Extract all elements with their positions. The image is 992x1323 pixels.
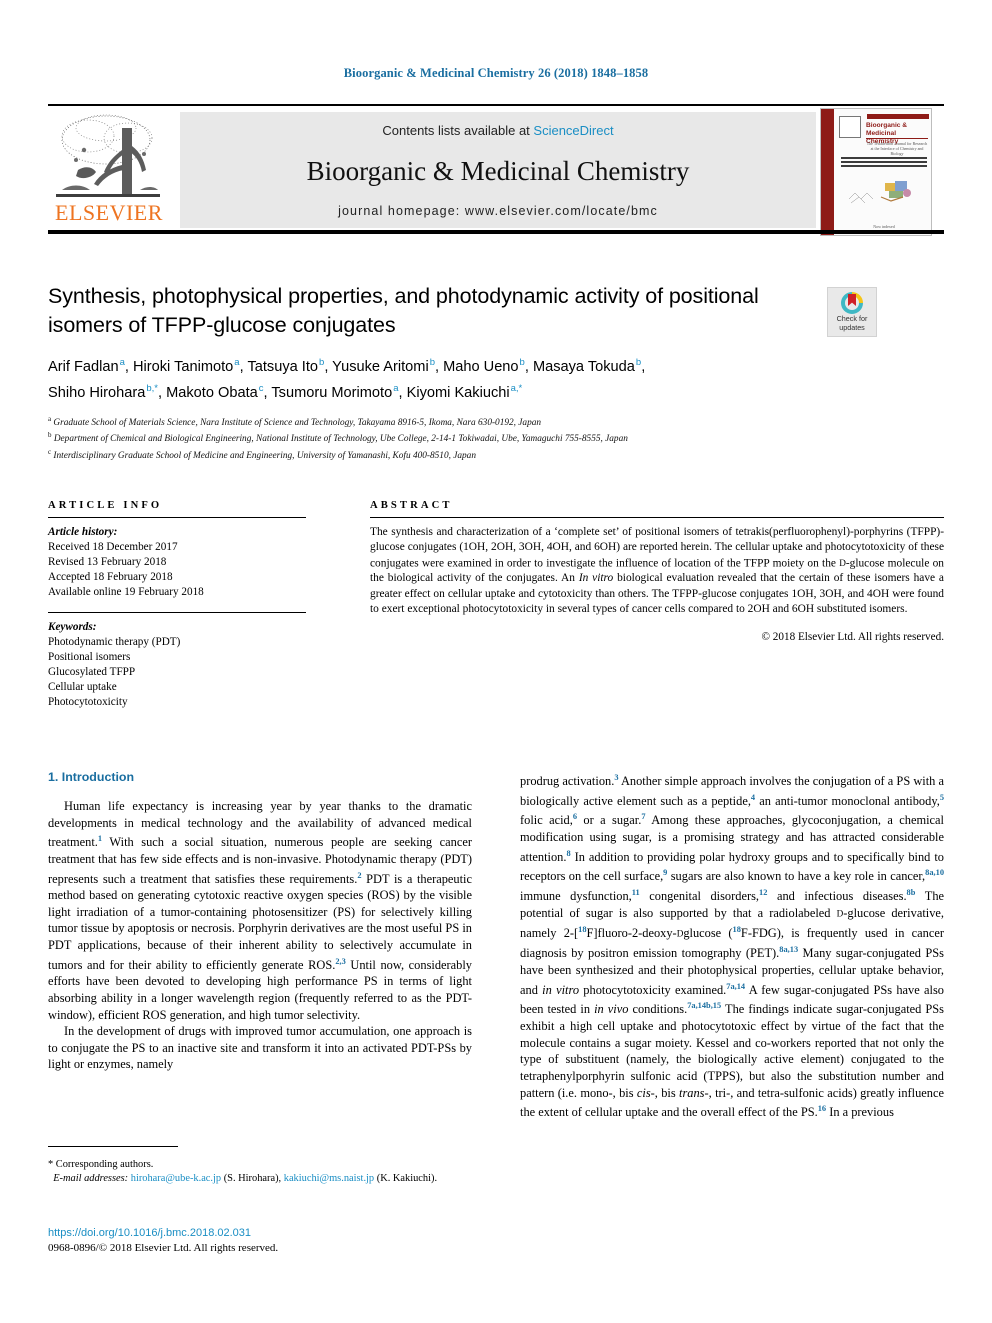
section-heading-introduction: 1. Introduction [48, 770, 135, 784]
intro-paragraph-2: In the development of drugs with improve… [48, 1024, 472, 1072]
keyword-item: Glucosylated TFPP [48, 666, 136, 678]
journal-title: Bioorganic & Medicinal Chemistry [306, 156, 690, 186]
affiliation-b: b Department of Chemical and Biological … [48, 431, 628, 445]
journal-homepage-link[interactable]: journal homepage: www.elsevier.com/locat… [180, 204, 816, 218]
keyword-item: Positional isomers [48, 651, 131, 663]
corresponding-author-note: * Corresponding authors. [48, 1159, 154, 1170]
article-history-label: Article history: [48, 526, 118, 538]
cover-rule [866, 138, 928, 139]
page-title: Synthesis, photophysical properties, and… [48, 284, 759, 337]
email-link-hirohara[interactable]: hirohara@ube-k.ac.jp [131, 1173, 221, 1184]
journal-cover-thumbnail: Bioorganic & Medicinal Chemistry The Tet… [820, 108, 932, 236]
abstract-column: ABSTRACT The synthesis and characterizat… [370, 500, 944, 643]
footnote-rule [48, 1146, 178, 1147]
sciencedirect-link[interactable]: ScienceDirect [533, 123, 613, 138]
abstract-heading: ABSTRACT [370, 500, 453, 511]
journal-article-page: Bioorganic & Medicinal Chemistry 26 (201… [0, 0, 992, 1323]
title-block: Synthesis, photophysical properties, and… [48, 282, 808, 462]
history-received: Received 18 December 2017 [48, 541, 178, 553]
issn-copyright-line: 0968-0896/© 2018 Elsevier Ltd. All right… [48, 1242, 279, 1254]
cover-top-bar [867, 114, 929, 119]
article-info-heading: ARTICLE INFO [48, 500, 163, 511]
cover-logo-box [839, 116, 861, 138]
intro-paragraph-3: prodrug activation.3 Another simple appr… [520, 773, 945, 1120]
author-line-1: Arif Fadlana, Hiroki Tanimotoa, Tatsuya … [48, 357, 646, 375]
elsevier-wordmark: ELSEVIER [55, 200, 163, 225]
keywords-label: Keywords: [48, 621, 97, 633]
keyword-item: Photodynamic therapy (PDT) [48, 636, 181, 648]
running-head: Bioorganic & Medicinal Chemistry 26 (201… [343, 66, 649, 80]
intro-paragraph-1: Human life expectancy is increasing year… [48, 799, 472, 1022]
footnote-block: * Corresponding authors. E-mail addresse… [48, 1158, 472, 1186]
article-info-rule [48, 517, 306, 518]
keywords-rule [48, 612, 306, 613]
history-available-online: Available online 19 February 2018 [48, 586, 204, 598]
author-line-2: Shiho Hiroharab,*, Makoto Obatac, Tsumor… [48, 382, 523, 401]
abstract-copyright: © 2018 Elsevier Ltd. All rights reserved… [761, 631, 945, 644]
journal-band: Contents lists available at ScienceDirec… [180, 112, 816, 228]
keyword-item: Cellular uptake [48, 681, 117, 693]
contents-prefix: Contents lists available at [382, 123, 534, 138]
cover-spine [821, 109, 834, 235]
abstract-rule [370, 517, 944, 518]
affiliation-list: a Graduate School of Materials Science, … [48, 413, 808, 463]
affiliation-a: a Graduate School of Materials Science, … [48, 414, 542, 428]
crossmark-badge[interactable]: Check for updates [827, 287, 877, 337]
body-columns: 1. Introduction Human life expectancy is… [48, 770, 944, 1270]
contents-available-line: Contents lists available at ScienceDirec… [180, 123, 816, 138]
masthead-top-rule [48, 104, 944, 106]
email-label: E-mail addresses: [53, 1173, 129, 1184]
doi-block: https://doi.org/10.1016/j.bmc.2018.02.03… [48, 1226, 472, 1256]
cover-artwork [845, 173, 923, 209]
article-info-column: ARTICLE INFO Article history: Received 1… [48, 500, 306, 710]
journal-masthead: ELSEVIER Contents lists available at Sci… [48, 104, 944, 236]
email-name-hirohara: (S. Hirohara), [223, 1173, 282, 1184]
email-addresses-note: E-mail addresses: hirohara@ube-k.ac.jp (… [48, 1172, 472, 1186]
doi-link[interactable]: https://doi.org/10.1016/j.bmc.2018.02.03… [48, 1226, 472, 1241]
abstract-text: The synthesis and characterization of a … [370, 526, 945, 615]
cover-text-blocks [841, 157, 927, 169]
author-list: Arif Fadlana, Hiroki Tanimotoa, Tatsuya … [48, 352, 808, 404]
email-link-kakiuchi[interactable]: kakiuchi@ms.naist.jp [284, 1173, 374, 1184]
body-column-right: prodrug activation.3 Another simple appr… [520, 770, 944, 1121]
crossmark-label: Check for updates [828, 314, 876, 332]
cover-footer-text: Now indexed [873, 224, 895, 229]
masthead-bottom-rule [48, 230, 944, 234]
history-revised: Revised 13 February 2018 [48, 556, 167, 568]
crossmark-line2: updates [839, 322, 865, 332]
email-name-kakiuchi: (K. Kakiuchi). [376, 1173, 438, 1184]
history-accepted: Accepted 18 February 2018 [48, 571, 173, 583]
body-column-left: 1. Introduction Human life expectancy is… [48, 770, 472, 1073]
keyword-item: Photocytotoxicity [48, 696, 128, 708]
affiliation-c: c Interdisciplinary Graduate School of M… [48, 447, 476, 461]
cover-subtitle: The Tetrahedron Journal for Research at … [866, 141, 928, 156]
